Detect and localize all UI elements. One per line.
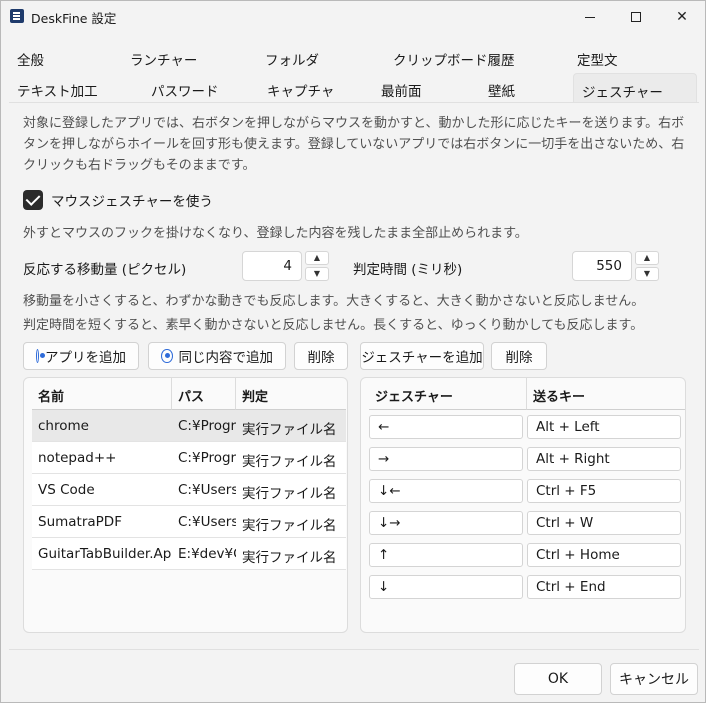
move-threshold-spinner[interactable]: 4 ▲ ▼ [242, 251, 329, 281]
spin-down-icon[interactable]: ▼ [635, 267, 659, 281]
judge-time-value[interactable]: 550 [572, 251, 632, 281]
key-field[interactable]: Alt + Right [527, 447, 681, 471]
col-name-header[interactable]: 名前 [32, 378, 172, 410]
tab-divider [9, 102, 699, 103]
spin-up-icon[interactable]: ▲ [635, 251, 659, 265]
table-row[interactable]: VS Code C:¥Users¥ 実行ファイル名 [32, 474, 346, 506]
app-path-cell: E:¥dev¥G [178, 546, 236, 562]
app-path-cell: C:¥Progra [178, 418, 236, 434]
add-app-label: アプリを追加 [45, 350, 126, 366]
app-icon [10, 9, 24, 23]
enable-gesture-checkbox[interactable] [23, 190, 43, 210]
col-key-header[interactable]: 送るキー [527, 378, 685, 410]
tab-capture[interactable]: キャプチャ [259, 73, 342, 103]
delete-app-button[interactable]: 削除 [294, 342, 348, 370]
ok-button[interactable]: OK [514, 663, 602, 695]
app-judge-cell: 実行ファイル名 [242, 518, 337, 534]
app-judge-cell: 実行ファイル名 [242, 454, 337, 470]
key-field[interactable]: Ctrl + W [527, 511, 681, 535]
maximize-button[interactable] [613, 1, 659, 33]
minimize-button[interactable] [567, 1, 613, 33]
enable-gesture-label: マウスジェスチャーを使う [51, 194, 213, 210]
judge-time-spinner[interactable]: 550 ▲ ▼ [572, 251, 659, 281]
app-name-cell: VS Code [38, 482, 95, 498]
target-icon [36, 349, 45, 363]
app-name-cell: notepad++ [38, 450, 117, 466]
apps-table-header: 名前 パス 判定 [32, 378, 346, 410]
maximize-icon [631, 12, 641, 22]
close-button[interactable]: ✕ [659, 1, 705, 33]
app-judge-cell: 実行ファイル名 [242, 486, 337, 502]
cancel-button[interactable]: キャンセル [610, 663, 698, 695]
gesture-row[interactable]: ↓ Ctrl + End [369, 571, 681, 603]
table-row[interactable]: SumatraPDF C:¥Users¥ 実行ファイル名 [32, 506, 346, 538]
gesture-row[interactable]: → Alt + Right [369, 443, 681, 475]
tab-gesture[interactable]: ジェスチャー [573, 73, 697, 103]
gesture-row[interactable]: ↑ Ctrl + Home [369, 539, 681, 571]
tab-general[interactable]: 全般 [9, 42, 52, 72]
enable-gesture-note: 外すとマウスのフックを掛けなくなり、登録した内容を残したまま全部止められます。 [23, 226, 528, 241]
key-field[interactable]: Ctrl + End [527, 575, 681, 599]
tab-wallpaper[interactable]: 壁紙 [480, 73, 523, 103]
gesture-row[interactable]: ← Alt + Left [369, 411, 681, 443]
tab-folder[interactable]: フォルダ [257, 42, 327, 72]
app-judge-cell: 実行ファイル名 [242, 422, 337, 438]
col-path-header[interactable]: パス [172, 378, 236, 410]
spin-down-icon[interactable]: ▼ [305, 267, 329, 281]
gesture-description: 対象に登録したアプリでは、右ボタンを押しながらマウスを動かすと、動かした形に応じ… [23, 116, 685, 173]
app-judge-cell: 実行ファイル名 [242, 550, 337, 566]
gesture-field[interactable]: ↑ [369, 543, 523, 567]
gesture-table-header: ジェスチャー 送るキー [369, 378, 685, 410]
spin-up-icon[interactable]: ▲ [305, 251, 329, 265]
app-path-cell: C:¥Progra [178, 450, 236, 466]
gesture-row[interactable]: ↓← Ctrl + F5 [369, 475, 681, 507]
app-name-cell: chrome [38, 418, 89, 434]
gesture-field[interactable]: ↓ [369, 575, 523, 599]
move-threshold-label: 反応する移動量 (ピクセル) [23, 262, 187, 278]
col-gesture-header[interactable]: ジェスチャー [369, 378, 527, 410]
time-hint: 判定時間を短くすると、素早く動かさないと反応しません。長くすると、ゆっくり動かし… [23, 318, 644, 333]
delete-gesture-button[interactable]: 削除 [491, 342, 547, 370]
gesture-field[interactable]: ↓← [369, 479, 523, 503]
key-field[interactable]: Ctrl + F5 [527, 479, 681, 503]
gesture-field[interactable]: ← [369, 415, 523, 439]
window-title: DeskFine 設定 [31, 11, 117, 26]
judge-time-label: 判定時間 (ミリ秒) [353, 262, 463, 278]
settings-window: DeskFine 設定 ✕ 全般 ランチャー フォルダ クリップボード履歴 定型… [0, 0, 706, 703]
add-gesture-button[interactable]: ジェスチャーを追加 [360, 342, 484, 370]
table-row[interactable]: notepad++ C:¥Progra 実行ファイル名 [32, 442, 346, 474]
gesture-field[interactable]: → [369, 447, 523, 471]
title-bar: DeskFine 設定 ✕ [1, 1, 705, 33]
move-threshold-value[interactable]: 4 [242, 251, 302, 281]
tab-launcher[interactable]: ランチャー [122, 42, 205, 72]
tab-password[interactable]: パスワード [143, 73, 227, 103]
gesture-field[interactable]: ↓→ [369, 511, 523, 535]
add-same-button[interactable]: 同じ内容で追加 [148, 342, 286, 370]
tab-clipboard-history[interactable]: クリップボード履歴 [385, 42, 523, 72]
gesture-table-panel: ジェスチャー 送るキー ← Alt + Left → Alt + Right ↓… [360, 377, 686, 633]
add-app-button[interactable]: アプリを追加 [23, 342, 139, 370]
minimize-icon [585, 16, 595, 18]
close-icon: ✕ [676, 9, 688, 25]
apps-table-panel: 名前 パス 判定 chrome C:¥Progra 実行ファイル名 notepa… [23, 377, 348, 633]
app-name-cell: GuitarTabBuilder.App [38, 546, 172, 562]
gesture-row[interactable]: ↓→ Ctrl + W [369, 507, 681, 539]
tab-topmost[interactable]: 最前面 [373, 73, 430, 103]
enable-gesture-row[interactable]: マウスジェスチャーを使う [23, 190, 213, 210]
table-row[interactable]: GuitarTabBuilder.App E:¥dev¥G 実行ファイル名 [32, 538, 346, 570]
key-field[interactable]: Ctrl + Home [527, 543, 681, 567]
col-judge-header[interactable]: 判定 [236, 378, 346, 410]
app-path-cell: C:¥Users¥ [178, 482, 236, 498]
app-path-cell: C:¥Users¥ [178, 514, 236, 530]
key-field[interactable]: Alt + Left [527, 415, 681, 439]
footer-divider [9, 649, 699, 650]
add-same-label: 同じ内容で追加 [178, 350, 274, 366]
table-row[interactable]: chrome C:¥Progra 実行ファイル名 [32, 410, 346, 442]
tab-text-transform[interactable]: テキスト加工 [9, 73, 106, 103]
tab-snippets[interactable]: 定型文 [569, 42, 626, 72]
app-name-cell: SumatraPDF [38, 514, 122, 530]
target-icon [161, 349, 173, 363]
move-hint: 移動量を小さくすると、わずかな動きでも反応します。大きくすると、大きく動かさない… [23, 294, 645, 309]
